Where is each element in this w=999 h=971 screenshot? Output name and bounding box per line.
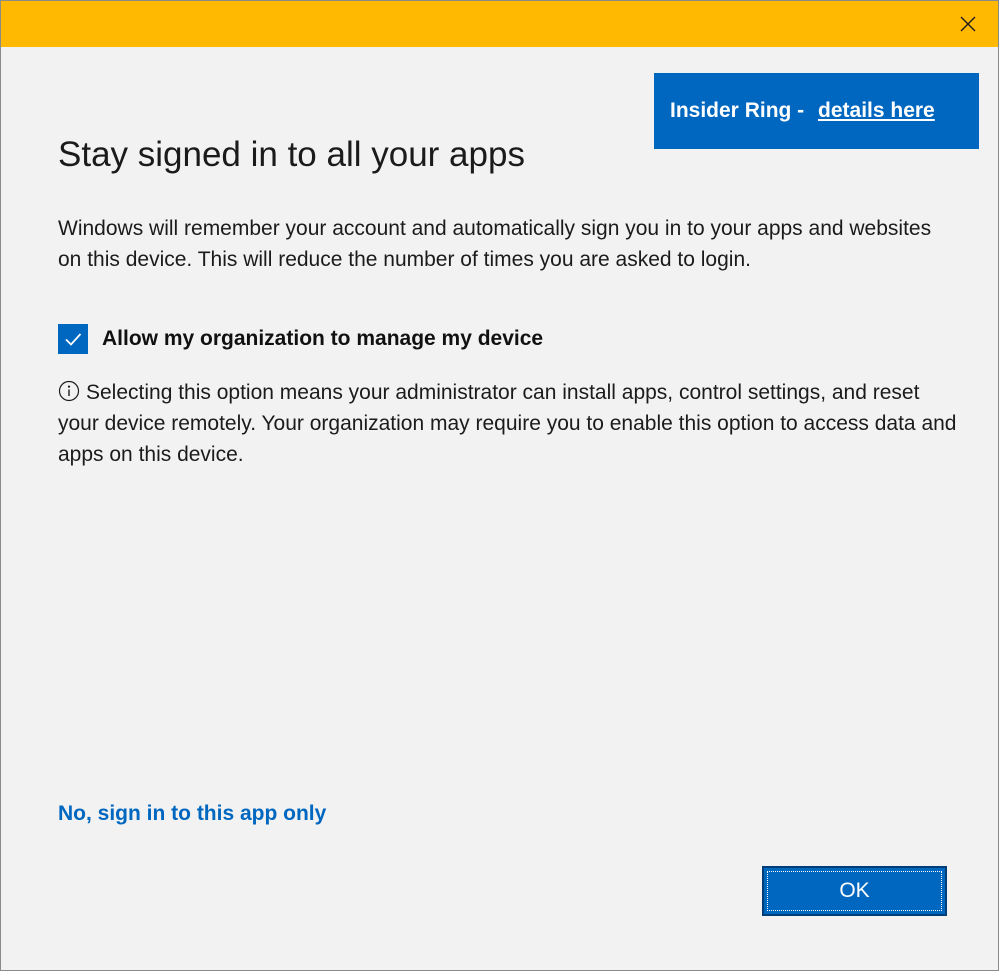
checkmark-icon <box>65 333 82 346</box>
banner-text: Insider Ring - <box>670 99 811 122</box>
description-text: Windows will remember your account and a… <box>58 217 932 271</box>
title-bar <box>1 1 998 47</box>
ok-button-label: OK <box>839 879 870 902</box>
page-title: Stay signed in to all your apps <box>58 135 525 174</box>
close-button[interactable] <box>946 3 990 45</box>
insider-ring-banner: Insider Ring - details here <box>654 73 979 149</box>
manage-device-option[interactable]: Allow my organization to manage my devic… <box>58 324 543 354</box>
manage-device-checkbox[interactable] <box>58 324 88 354</box>
info-icon <box>58 380 80 402</box>
dialog-window: Insider Ring - details here Stay signed … <box>0 0 999 971</box>
manage-device-info-text: Selecting this option means your adminis… <box>58 381 957 466</box>
manage-device-label: Allow my organization to manage my devic… <box>102 327 544 350</box>
ok-button[interactable]: OK <box>762 866 947 916</box>
manage-device-info: Selecting this option means your adminis… <box>58 377 958 470</box>
close-icon <box>960 16 976 32</box>
sign-in-app-only-link[interactable]: No, sign in to this app only <box>58 802 326 826</box>
details-here-link[interactable]: details here <box>818 99 935 123</box>
